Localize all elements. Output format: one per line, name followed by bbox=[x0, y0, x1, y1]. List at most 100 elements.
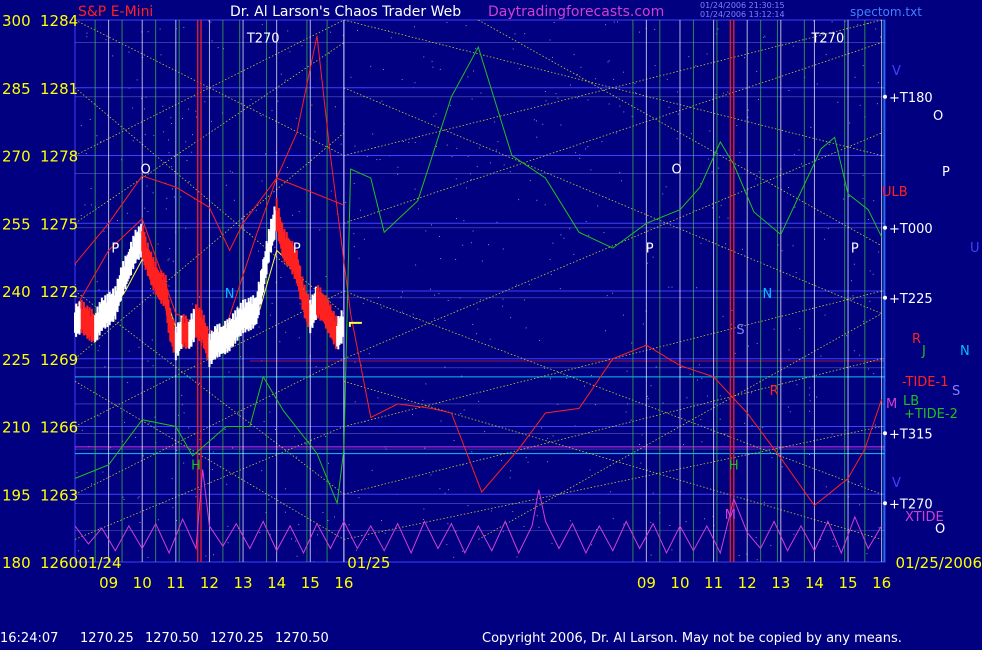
star-dot bbox=[859, 354, 861, 356]
star-dot bbox=[738, 554, 740, 556]
star-dot bbox=[555, 93, 557, 95]
star-dot bbox=[362, 303, 364, 305]
star-dot bbox=[862, 174, 864, 176]
star-dot bbox=[654, 65, 656, 67]
star-dot bbox=[250, 98, 252, 100]
star-dot bbox=[559, 288, 561, 290]
star-dot bbox=[196, 116, 197, 118]
star-dot bbox=[80, 387, 82, 389]
star-dot bbox=[169, 248, 171, 249]
star-dot bbox=[280, 73, 282, 75]
star-dot bbox=[354, 361, 356, 363]
star-dot bbox=[199, 438, 201, 440]
star-dot bbox=[538, 526, 540, 528]
star-dot bbox=[696, 287, 698, 289]
star-dot bbox=[433, 115, 435, 117]
star-dot bbox=[739, 151, 741, 153]
level-marker bbox=[883, 94, 887, 99]
star-dot bbox=[478, 400, 480, 402]
star-dot bbox=[677, 113, 679, 115]
star-dot bbox=[843, 198, 845, 200]
annotation-label: M bbox=[725, 508, 736, 523]
star-dot bbox=[379, 159, 381, 160]
star-dot bbox=[172, 188, 174, 190]
star-dot bbox=[523, 299, 525, 301]
star-dot bbox=[284, 511, 286, 513]
star-dot bbox=[100, 141, 102, 142]
star-dot bbox=[715, 94, 717, 96]
star-dot bbox=[231, 171, 233, 173]
star-dot bbox=[549, 39, 551, 41]
star-dot bbox=[446, 144, 448, 146]
star-dot bbox=[560, 124, 562, 126]
star-dot bbox=[591, 544, 593, 546]
star-dot bbox=[874, 424, 876, 426]
star-dot bbox=[466, 187, 468, 189]
star-dot bbox=[289, 51, 291, 53]
star-dot bbox=[852, 295, 854, 297]
star-dot bbox=[590, 374, 592, 376]
star-dot bbox=[525, 327, 527, 329]
level-marker bbox=[883, 431, 887, 436]
star-dot bbox=[773, 328, 775, 330]
star-dot bbox=[764, 35, 766, 37]
star-dot bbox=[585, 220, 587, 222]
star-dot bbox=[536, 515, 538, 517]
star-dot bbox=[444, 366, 446, 368]
star-dot bbox=[607, 61, 609, 63]
star-dot bbox=[127, 382, 129, 384]
star-dot bbox=[91, 483, 92, 485]
star-dot bbox=[284, 488, 286, 490]
star-dot bbox=[237, 306, 239, 307]
star-dot bbox=[213, 554, 214, 556]
star-dot bbox=[280, 277, 282, 278]
star-dot bbox=[808, 394, 810, 396]
status-time: 16:24:07 bbox=[0, 631, 59, 646]
star-dot bbox=[547, 437, 549, 439]
price-axis-label: 1260 bbox=[40, 554, 78, 572]
star-dot bbox=[685, 521, 687, 523]
star-dot bbox=[758, 98, 759, 100]
right-level-label: +T000 bbox=[889, 222, 933, 237]
star-dot bbox=[315, 366, 317, 368]
star-dot bbox=[798, 149, 800, 151]
star-dot bbox=[279, 341, 281, 343]
star-dot bbox=[152, 365, 154, 367]
star-dot bbox=[354, 401, 356, 403]
star-dot bbox=[467, 505, 469, 507]
star-dot bbox=[268, 499, 270, 501]
star-dot bbox=[849, 122, 851, 124]
star-dot bbox=[98, 345, 100, 347]
star-dot bbox=[363, 238, 365, 240]
star-dot bbox=[271, 110, 273, 112]
annotation-label: H bbox=[729, 458, 739, 473]
star-dot bbox=[756, 559, 758, 561]
star-dot bbox=[217, 47, 219, 49]
hour-label: 13 bbox=[234, 574, 253, 592]
star-dot bbox=[192, 303, 194, 305]
star-dot bbox=[415, 264, 417, 266]
star-dot bbox=[605, 330, 606, 332]
star-dot bbox=[612, 292, 614, 294]
star-dot bbox=[550, 378, 551, 380]
level-marker bbox=[883, 501, 887, 506]
star-dot bbox=[518, 199, 520, 201]
hour-label: 16 bbox=[334, 574, 353, 592]
star-dot bbox=[233, 199, 235, 201]
star-dot bbox=[446, 544, 448, 546]
right-marker-label: V bbox=[892, 64, 901, 79]
annotation-label: H bbox=[191, 458, 201, 473]
star-dot bbox=[453, 556, 455, 558]
star-dot bbox=[877, 82, 879, 84]
star-dot bbox=[512, 511, 514, 513]
star-dot bbox=[456, 218, 457, 219]
star-dot bbox=[453, 440, 455, 441]
star-dot bbox=[438, 293, 440, 295]
star-dot bbox=[455, 258, 457, 260]
star-dot bbox=[734, 352, 736, 354]
star-dot bbox=[353, 183, 355, 184]
star-dot bbox=[229, 170, 231, 172]
right-marker-label: O bbox=[933, 109, 943, 124]
status-bar: 16:24:07 1270.25 1270.50 1270.25 1270.50… bbox=[0, 631, 982, 649]
star-dot bbox=[781, 250, 783, 252]
